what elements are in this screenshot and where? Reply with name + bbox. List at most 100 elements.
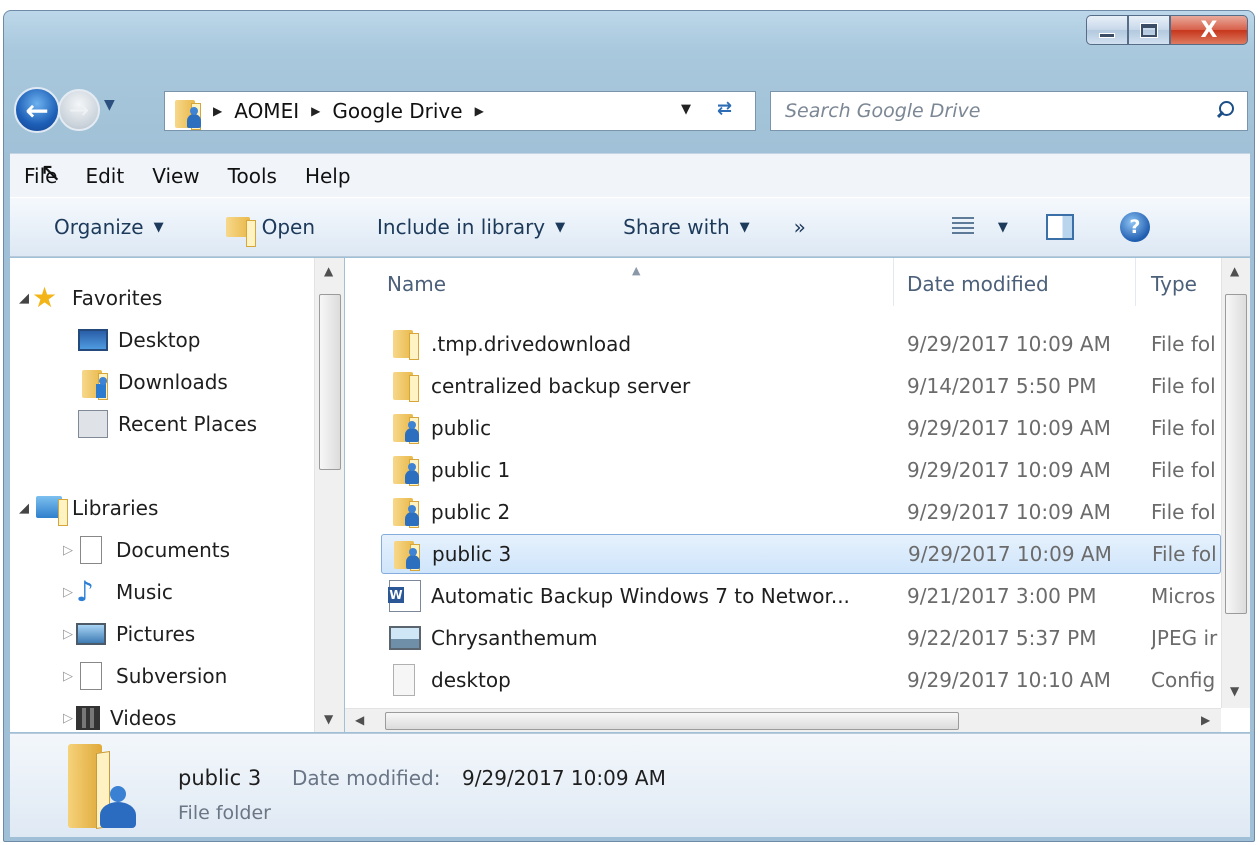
tree-desktop[interactable]: Desktop — [78, 320, 200, 360]
tree-favorites[interactable]: ◢ ★ Favorites — [16, 278, 162, 318]
refresh-icon[interactable]: ⇄ — [717, 98, 732, 119]
menu-view[interactable]: View — [138, 164, 213, 188]
breadcrumb-aomei[interactable]: AOMEI — [234, 99, 299, 123]
collapsed-triangle-icon[interactable]: ▷ — [60, 711, 76, 726]
search-input[interactable]: Search Google Drive — [771, 100, 1211, 122]
column-divider[interactable] — [1135, 258, 1136, 306]
file-type: File fol — [1151, 500, 1216, 524]
chevron-down-icon: ▼ — [153, 219, 164, 235]
breadcrumb-separator-icon[interactable]: ▶ — [475, 104, 484, 118]
tree-label: Favorites — [72, 286, 163, 310]
forward-button[interactable]: → — [58, 89, 100, 131]
close-button[interactable]: X — [1170, 15, 1248, 45]
file-list-horizontal-scrollbar[interactable]: ◀ ▶ — [345, 708, 1221, 732]
open-button[interactable]: Open — [220, 215, 315, 247]
collapsed-triangle-icon[interactable]: ▷ — [60, 669, 76, 684]
file-row[interactable]: Chrysanthemum 9/22/2017 5:37 PM JPEG ir — [381, 618, 1221, 658]
breadcrumb-separator-icon[interactable]: ▶ — [213, 104, 222, 118]
share-label: Share with — [623, 215, 730, 239]
tree-label: Documents — [116, 538, 231, 562]
menu-tools[interactable]: Tools — [214, 164, 291, 188]
collapsed-triangle-icon[interactable]: ▷ — [60, 543, 76, 558]
collapsed-triangle-icon[interactable]: ▷ — [60, 585, 76, 600]
scroll-down-icon[interactable]: ▼ — [324, 712, 333, 726]
file-type: File fol — [1152, 542, 1217, 566]
libraries-icon — [32, 494, 68, 526]
address-folder-icon — [171, 98, 201, 130]
navigation-scrollbar[interactable]: ▲ ▼ — [314, 258, 344, 732]
file-date: 9/29/2017 10:09 AM — [907, 332, 1111, 356]
forward-arrow-icon: → — [68, 96, 90, 124]
file-row[interactable]: W Automatic Backup Windows 7 to Networ..… — [381, 576, 1221, 616]
tree-label: Libraries — [72, 496, 159, 520]
tree-recent-places[interactable]: Recent Places — [78, 404, 257, 444]
tree-downloads[interactable]: Downloads — [78, 362, 228, 402]
recent-pages-dropdown[interactable]: ▼ — [104, 97, 115, 113]
address-dropdown-icon[interactable]: ▼ — [681, 102, 691, 117]
file-name: Automatic Backup Windows 7 to Networ... — [431, 584, 850, 608]
tree-subversion[interactable]: ▷ Subversion — [60, 656, 227, 696]
scroll-up-icon[interactable]: ▲ — [324, 264, 333, 278]
column-header-type[interactable]: Type — [1151, 258, 1197, 310]
mouse-cursor-icon: ↖ — [40, 158, 62, 188]
tree-libraries[interactable]: ◢ Libraries — [16, 488, 158, 528]
tree-documents[interactable]: ▷ Documents — [60, 530, 230, 570]
expanded-triangle-icon[interactable]: ◢ — [16, 501, 32, 516]
maximize-button[interactable] — [1128, 15, 1170, 45]
scroll-left-icon[interactable]: ◀ — [355, 713, 364, 727]
share-with-button[interactable]: Share with ▼ — [623, 215, 750, 239]
file-row[interactable]: public 1 9/29/2017 10:09 AM File fol — [381, 450, 1221, 490]
file-row[interactable]: public 2 9/29/2017 10:09 AM File fol — [381, 492, 1221, 532]
menu-edit[interactable]: Edit — [71, 164, 138, 188]
scroll-down-icon[interactable]: ▼ — [1230, 684, 1239, 698]
videos-icon — [76, 706, 100, 730]
organize-button[interactable]: Organize ▼ — [54, 215, 164, 239]
search-icon[interactable] — [1211, 96, 1241, 126]
file-name: .tmp.drivedownload — [431, 332, 632, 356]
sort-ascending-icon: ▲ — [632, 264, 641, 277]
more-commands-button[interactable]: » — [794, 215, 806, 239]
file-row[interactable]: centralized backup server 9/14/2017 5:50… — [381, 366, 1221, 406]
organize-label: Organize — [54, 215, 144, 239]
column-label: Type — [1151, 272, 1197, 296]
expanded-triangle-icon[interactable]: ◢ — [16, 291, 32, 306]
file-row[interactable]: public 9/29/2017 10:09 AM File fol — [381, 408, 1221, 448]
file-type: Config — [1151, 668, 1216, 692]
search-box[interactable]: Search Google Drive — [770, 91, 1248, 131]
collapsed-triangle-icon[interactable]: ▷ — [60, 627, 76, 642]
scrollbar-thumb[interactable] — [1225, 294, 1247, 614]
breadcrumb-google-drive[interactable]: Google Drive — [332, 99, 462, 123]
scrollbar-thumb[interactable] — [385, 712, 959, 730]
breadcrumb: ▶ AOMEI ▶ Google Drive ▶ — [201, 99, 496, 123]
more-label: » — [793, 215, 806, 239]
menu-help[interactable]: Help — [291, 164, 365, 188]
tree-label: Subversion — [116, 664, 228, 688]
column-header-date[interactable]: Date modified — [907, 258, 1049, 310]
column-divider[interactable] — [893, 258, 894, 306]
include-in-library-button[interactable]: Include in library ▼ — [377, 215, 565, 239]
file-name: Chrysanthemum — [431, 626, 598, 650]
file-type: File fol — [1151, 374, 1216, 398]
column-header-name[interactable]: Name — [387, 258, 446, 310]
scroll-up-icon[interactable]: ▲ — [1230, 264, 1239, 278]
preview-pane-button[interactable] — [1045, 214, 1074, 240]
file-row-selected[interactable]: public 3 9/29/2017 10:09 AM File fol — [381, 534, 1221, 574]
address-bar[interactable]: ▶ AOMEI ▶ Google Drive ▶ ▼ ⇄ — [164, 91, 756, 131]
file-list-vertical-scrollbar[interactable]: ▲ ▼ — [1221, 258, 1250, 708]
file-row[interactable]: desktop 9/29/2017 10:10 AM Config — [381, 660, 1221, 700]
file-type: File fol — [1151, 458, 1216, 482]
breadcrumb-separator-icon[interactable]: ▶ — [311, 104, 320, 118]
minimize-button[interactable] — [1086, 15, 1128, 45]
column-label: Date modified — [907, 272, 1049, 296]
back-button[interactable]: ← — [14, 87, 60, 133]
tree-pictures[interactable]: ▷ Pictures — [60, 614, 195, 654]
change-view-button[interactable]: ▼ — [951, 217, 1008, 237]
tree-videos[interactable]: ▷ Videos — [60, 698, 176, 738]
details-item-name: public 3 — [178, 766, 262, 790]
scroll-right-icon[interactable]: ▶ — [1201, 713, 1210, 727]
file-row[interactable]: .tmp.drivedownload 9/29/2017 10:09 AM Fi… — [381, 324, 1221, 364]
tree-music[interactable]: ▷ ♪ Music — [60, 572, 173, 612]
minimize-icon — [1099, 32, 1115, 38]
help-button[interactable]: ? — [1119, 212, 1150, 242]
scrollbar-thumb[interactable] — [319, 294, 341, 470]
